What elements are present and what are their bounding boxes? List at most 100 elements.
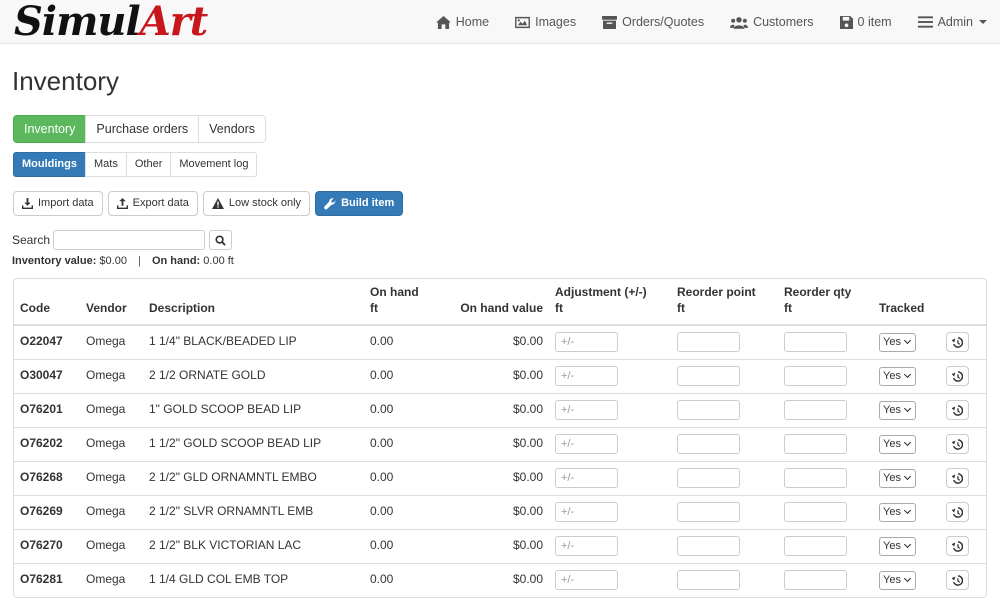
inventory-summary: Inventory value: $0.00 | On hand: 0.00 f… [12, 255, 234, 267]
row-description: 2 1/2" GLD ORNAMNTL EMBO [143, 460, 364, 495]
adjustment-input[interactable]: +/- [555, 570, 618, 591]
history-button[interactable] [946, 434, 969, 454]
export-data-button[interactable]: Export data [107, 191, 198, 216]
adjustment-input[interactable]: +/- [555, 536, 618, 556]
col-description[interactable]: Description [143, 279, 364, 326]
reorder-qty-input[interactable] [784, 434, 847, 454]
chevron-down-icon [903, 506, 911, 515]
reorder-qty-input[interactable] [784, 468, 847, 488]
reorder-qty-input[interactable] [784, 502, 847, 522]
history-button[interactable] [946, 468, 969, 488]
col-on-hand-line2: ft [370, 301, 378, 315]
row-description: 2 1/2 ORNATE GOLD [143, 358, 364, 393]
row-reorder-qty-cell [778, 460, 873, 495]
row-on-hand-value: $0.00 [436, 324, 549, 359]
row-on-hand-value: $0.00 [436, 562, 549, 597]
adjustment-input[interactable]: +/- [555, 332, 618, 353]
tracked-select[interactable]: Yes [879, 502, 916, 522]
tab-purchase-orders[interactable]: Purchase orders [85, 115, 200, 143]
reorder-point-input[interactable] [677, 468, 740, 488]
col-code[interactable]: Code [14, 279, 80, 326]
adjustment-input[interactable]: +/- [555, 434, 618, 454]
tab-mats[interactable]: Mats [85, 152, 127, 177]
col-adjustment-line2: ft [555, 301, 563, 315]
col-vendor[interactable]: Vendor [80, 279, 143, 326]
adjustment-input[interactable]: +/- [555, 502, 618, 522]
adjustment-input[interactable]: +/- [555, 400, 618, 420]
row-vendor: Omega [80, 562, 143, 597]
reorder-point-input[interactable] [677, 400, 740, 420]
table-row: O76201 Omega 1" GOLD SCOOP BEAD LIP 0.00 $0.… [14, 392, 986, 427]
nav-orders[interactable]: Orders/Quotes [589, 0, 717, 44]
tab-inventory[interactable]: Inventory [13, 115, 87, 143]
history-button[interactable] [946, 570, 969, 591]
history-button[interactable] [946, 332, 969, 353]
col-on-hand-value[interactable]: On hand value [436, 279, 549, 326]
reorder-point-input[interactable] [677, 570, 740, 591]
col-on-hand[interactable]: On hand ft [364, 279, 436, 326]
reorder-point-input[interactable] [677, 502, 740, 522]
tracked-select[interactable]: Yes [879, 366, 916, 386]
history-button[interactable] [946, 502, 969, 522]
row-vendor: Omega [80, 426, 143, 461]
tab-movement-log[interactable]: Movement log [170, 152, 258, 177]
tracked-value: Yes [883, 540, 901, 552]
tracked-select[interactable]: Yes [879, 400, 916, 420]
on-hand-value: 0.00 ft [203, 255, 234, 267]
row-adjustment-cell: +/- [549, 460, 671, 495]
reorder-point-input[interactable] [677, 536, 740, 556]
search-button[interactable] [209, 230, 233, 250]
reorder-qty-input[interactable] [784, 366, 847, 386]
search-input[interactable] [53, 230, 206, 250]
search-row: Search [12, 230, 233, 250]
import-data-button[interactable]: Import data [13, 191, 103, 216]
row-on-hand-value: $0.00 [436, 392, 549, 427]
nav-cart[interactable]: 0 item [827, 0, 905, 44]
reorder-qty-input[interactable] [784, 332, 847, 353]
row-code: O76268 [14, 460, 80, 495]
reorder-qty-input[interactable] [784, 400, 847, 420]
row-reorder-point-cell [671, 562, 778, 597]
col-reorder-qty-line2: ft [784, 301, 792, 315]
tab-other[interactable]: Other [125, 152, 172, 177]
row-tracked-cell: Yes [873, 324, 940, 359]
tracked-select[interactable]: Yes [879, 468, 916, 488]
row-adjustment-cell: +/- [549, 562, 671, 597]
reorder-qty-input[interactable] [784, 536, 847, 556]
tab-vendors[interactable]: Vendors [198, 115, 267, 143]
build-item-button[interactable]: Build item [315, 191, 404, 216]
row-tracked-cell: Yes [873, 562, 940, 597]
row-tracked-cell: Yes [873, 392, 940, 427]
row-tracked-cell: Yes [873, 494, 940, 529]
history-button[interactable] [946, 400, 969, 420]
brand-logo[interactable]: SimulArt [14, 0, 208, 44]
reorder-point-input[interactable] [677, 332, 740, 353]
history-icon [952, 506, 963, 518]
reorder-point-input[interactable] [677, 366, 740, 386]
reorder-point-input[interactable] [677, 434, 740, 454]
navbar: SimulArt Home Images Orders/Quotes Custo… [0, 0, 1000, 44]
adjustment-input[interactable]: +/- [555, 366, 618, 386]
row-on-hand: 0.00 [364, 460, 436, 495]
warning-icon [211, 198, 224, 209]
tracked-select[interactable]: Yes [879, 332, 916, 352]
nav-images[interactable]: Images [502, 0, 589, 44]
tracked-select[interactable]: Yes [879, 434, 916, 454]
tracked-select[interactable]: Yes [879, 570, 916, 590]
history-button[interactable] [946, 536, 969, 556]
tab-mouldings[interactable]: Mouldings [13, 152, 86, 177]
adjustment-input[interactable]: +/- [555, 468, 618, 488]
chevron-down-icon [903, 575, 911, 583]
tracked-select[interactable]: Yes [879, 536, 916, 556]
row-reorder-point-cell [671, 528, 778, 563]
row-code: O30047 [14, 358, 80, 393]
row-on-hand: 0.00 [364, 392, 436, 427]
nav-customers[interactable]: Customers [717, 0, 826, 44]
row-reorder-qty-cell [778, 528, 873, 563]
history-button[interactable] [946, 366, 969, 386]
nav-admin[interactable]: Admin [905, 0, 1000, 44]
reorder-qty-input[interactable] [784, 570, 847, 591]
low-stock-button[interactable]: Low stock only [202, 191, 311, 216]
row-history-cell [940, 324, 986, 359]
nav-home[interactable]: Home [423, 0, 502, 44]
